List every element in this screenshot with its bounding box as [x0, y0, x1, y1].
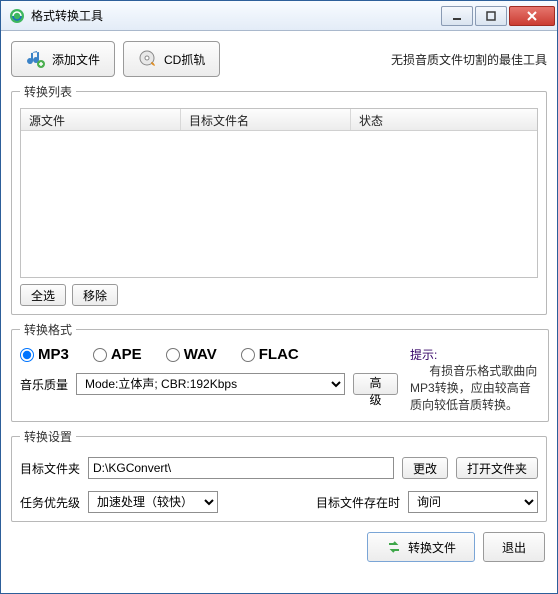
convert-icon: [386, 539, 402, 555]
minimize-icon: [452, 11, 462, 21]
col-status[interactable]: 状态: [351, 109, 537, 130]
app-window: 格式转换工具 添加文件 C: [0, 0, 558, 594]
hint-box: 提示: 有损音乐格式歌曲向MP3转换，应由较高音质向较低音质转换。: [410, 346, 540, 413]
radio-wav-input[interactable]: [166, 348, 180, 362]
radio-wav-label: WAV: [184, 346, 217, 363]
cd-grab-label: CD抓轨: [164, 51, 205, 68]
radio-ape[interactable]: APE: [93, 346, 142, 363]
format-fieldset: 转换格式 MP3 APE WAV: [11, 321, 549, 422]
slogan-text: 无损音质文件切割的最佳工具: [391, 51, 547, 68]
convert-button[interactable]: 转换文件: [367, 532, 475, 562]
list-legend: 转换列表: [20, 83, 76, 100]
bottom-bar: 转换文件 退出: [11, 528, 547, 564]
quality-select[interactable]: Mode:立体声; CBR:192Kbps: [76, 373, 345, 395]
exists-select[interactable]: 询问: [408, 491, 538, 513]
radio-wav[interactable]: WAV: [166, 346, 217, 363]
titlebar: 格式转换工具: [1, 1, 557, 31]
advanced-button[interactable]: 高级: [353, 373, 398, 395]
col-target[interactable]: 目标文件名: [181, 109, 351, 130]
minimize-button[interactable]: [441, 6, 473, 26]
radio-flac-input[interactable]: [241, 348, 255, 362]
target-folder-input[interactable]: [88, 457, 394, 479]
toolbar: 添加文件 CD抓轨 无损音质文件切割的最佳工具: [11, 41, 547, 77]
change-button[interactable]: 更改: [402, 457, 448, 479]
radio-mp3-label: MP3: [38, 346, 69, 363]
format-radio-group: MP3 APE WAV FLAC: [20, 346, 398, 363]
radio-flac-label: FLAC: [259, 346, 299, 363]
app-icon: [9, 8, 25, 24]
music-add-icon: [26, 49, 46, 69]
col-source[interactable]: 源文件: [21, 109, 181, 130]
window-controls: [441, 6, 555, 26]
format-legend: 转换格式: [20, 321, 76, 338]
close-icon: [526, 11, 538, 21]
priority-select[interactable]: 加速处理（较快）: [88, 491, 218, 513]
radio-flac[interactable]: FLAC: [241, 346, 299, 363]
target-folder-label: 目标文件夹: [20, 460, 80, 477]
table-header: 源文件 目标文件名 状态: [21, 109, 537, 131]
radio-ape-label: APE: [111, 346, 142, 363]
convert-label: 转换文件: [408, 539, 456, 556]
add-file-button[interactable]: 添加文件: [11, 41, 115, 77]
exit-button[interactable]: 退出: [483, 532, 545, 562]
open-folder-button[interactable]: 打开文件夹: [456, 457, 538, 479]
settings-legend: 转换设置: [20, 428, 76, 445]
priority-label: 任务优先级: [20, 494, 80, 511]
window-title: 格式转换工具: [31, 7, 441, 24]
remove-button[interactable]: 移除: [72, 284, 118, 306]
radio-ape-input[interactable]: [93, 348, 107, 362]
content-area: 添加文件 CD抓轨 无损音质文件切割的最佳工具 转换列表 源文件 目标文件名 状…: [1, 31, 557, 593]
add-file-label: 添加文件: [52, 51, 100, 68]
select-all-button[interactable]: 全选: [20, 284, 66, 306]
exists-label: 目标文件存在时: [316, 494, 400, 511]
file-table[interactable]: 源文件 目标文件名 状态: [20, 108, 538, 278]
maximize-button[interactable]: [475, 6, 507, 26]
list-fieldset: 转换列表 源文件 目标文件名 状态 全选 移除: [11, 83, 547, 315]
settings-fieldset: 转换设置 目标文件夹 更改 打开文件夹 任务优先级 加速处理（较快） 目标文件存…: [11, 428, 547, 522]
radio-mp3[interactable]: MP3: [20, 346, 69, 363]
radio-mp3-input[interactable]: [20, 348, 34, 362]
hint-body: 有损音乐格式歌曲向MP3转换，应由较高音质向较低音质转换。: [410, 363, 540, 413]
quality-label: 音乐质量: [20, 376, 68, 393]
maximize-icon: [486, 11, 496, 21]
cd-icon: [138, 49, 158, 69]
close-button[interactable]: [509, 6, 555, 26]
hint-title: 提示:: [410, 346, 540, 363]
cd-grab-button[interactable]: CD抓轨: [123, 41, 220, 77]
